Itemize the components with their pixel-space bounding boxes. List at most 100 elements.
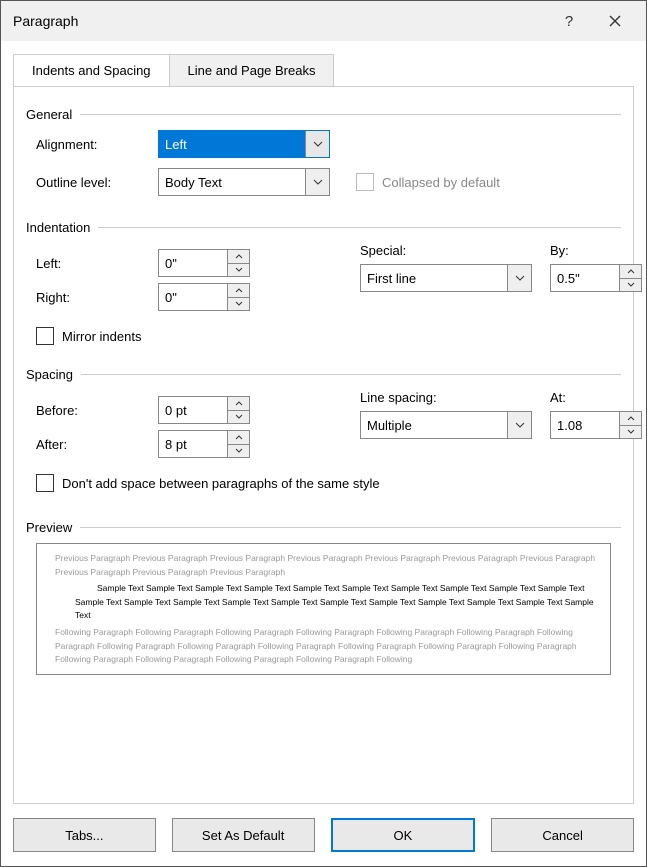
row-spacing-after: After: 8 pt: [36, 430, 306, 458]
set-as-default-button[interactable]: Set As Default: [172, 818, 315, 852]
spacing-before-value: 0 pt: [159, 397, 227, 423]
tab-indents-spacing[interactable]: Indents and Spacing: [13, 54, 170, 87]
section-title: Spacing: [26, 367, 73, 382]
button-label: Set As Default: [202, 828, 284, 843]
no-same-style-space-label: Don't add space between paragraphs of th…: [62, 476, 380, 491]
indent-left-label: Left:: [36, 256, 158, 271]
spinner-arrows: [227, 250, 249, 276]
preview-following: Following Paragraph Following Paragraph …: [49, 626, 598, 667]
close-icon: [609, 15, 621, 27]
preview-previous: Previous Paragraph Previous Paragraph Pr…: [49, 552, 598, 579]
chevron-down-icon: [313, 179, 323, 185]
chevron-down-icon: [627, 282, 635, 287]
section-title: Indentation: [26, 220, 90, 235]
spinner-arrows: [619, 265, 641, 291]
indent-left-spinner[interactable]: 0": [158, 249, 250, 277]
spinner-down[interactable]: [228, 444, 249, 458]
tab-label: Indents and Spacing: [32, 63, 151, 78]
line-spacing-combo[interactable]: Multiple: [360, 411, 532, 439]
row-spacing-before: Before: 0 pt: [36, 396, 306, 424]
ok-button[interactable]: OK: [331, 818, 476, 852]
spacing-after-value: 8 pt: [159, 431, 227, 457]
outline-level-combo[interactable]: Body Text: [158, 168, 330, 196]
divider: [80, 527, 621, 528]
line-spacing-value: Multiple: [361, 412, 507, 438]
spinner-up[interactable]: [228, 397, 249, 410]
alignment-combo[interactable]: Left: [158, 130, 330, 158]
spinner-down[interactable]: [620, 425, 641, 439]
tab-content: General Alignment: Left Outline level: B…: [13, 86, 634, 804]
chevron-down-icon: [313, 141, 323, 147]
tab-line-page-breaks[interactable]: Line and Page Breaks: [170, 54, 335, 87]
by-value: 0.5": [551, 265, 619, 291]
spinner-up[interactable]: [228, 284, 249, 297]
section-preview: Preview: [26, 520, 621, 535]
chevron-down-icon: [235, 414, 243, 419]
dropdown-button[interactable]: [507, 265, 531, 291]
collapsed-default-label: Collapsed by default: [382, 175, 500, 190]
spacing-after-spinner[interactable]: 8 pt: [158, 430, 250, 458]
spinner-down[interactable]: [228, 410, 249, 424]
spinner-up[interactable]: [620, 412, 641, 425]
button-label: OK: [393, 828, 412, 843]
row-alignment: Alignment: Left: [36, 130, 621, 158]
row-indent-left: Left: 0": [36, 249, 306, 277]
at-spinner[interactable]: 1.08: [550, 411, 642, 439]
row-mirror-indents: Mirror indents: [36, 327, 621, 345]
indent-right-spinner[interactable]: 0": [158, 283, 250, 311]
chevron-down-icon: [235, 301, 243, 306]
collapsed-default-checkbox: Collapsed by default: [356, 173, 500, 191]
spinner-up[interactable]: [228, 250, 249, 263]
special-value: First line: [361, 265, 507, 291]
tabs-button[interactable]: Tabs...: [13, 818, 156, 852]
outline-level-label: Outline level:: [36, 175, 158, 190]
spinner-down[interactable]: [228, 297, 249, 311]
section-spacing: Spacing: [26, 367, 621, 382]
spinner-arrows: [227, 397, 249, 423]
section-title: General: [26, 107, 72, 122]
close-button[interactable]: [592, 1, 638, 41]
chevron-down-icon: [235, 267, 243, 272]
spacing-before-spinner[interactable]: 0 pt: [158, 396, 250, 424]
spacing-after-label: After:: [36, 437, 158, 452]
spinner-arrows: [227, 431, 249, 457]
chevron-down-icon: [515, 422, 525, 428]
divider: [81, 374, 621, 375]
dropdown-button[interactable]: [305, 169, 329, 195]
divider: [98, 227, 621, 228]
mirror-indents-checkbox[interactable]: Mirror indents: [36, 327, 141, 345]
tab-label: Line and Page Breaks: [188, 63, 316, 78]
chevron-down-icon: [515, 275, 525, 281]
by-spinner[interactable]: 0.5": [550, 264, 642, 292]
mirror-indents-label: Mirror indents: [62, 329, 141, 344]
dropdown-button[interactable]: [305, 131, 329, 157]
spinner-arrows: [619, 412, 641, 438]
indent-right-value: 0": [159, 284, 227, 310]
spinner-up[interactable]: [228, 431, 249, 444]
checkbox-box: [356, 173, 374, 191]
spinner-down[interactable]: [620, 278, 641, 292]
preview-sample: Sample Text Sample Text Sample Text Samp…: [49, 582, 598, 623]
button-label: Tabs...: [65, 828, 103, 843]
spinner-arrows: [227, 284, 249, 310]
row-outline-level: Outline level: Body Text Collapsed by de…: [36, 168, 621, 196]
special-combo[interactable]: First line: [360, 264, 532, 292]
spinner-up[interactable]: [620, 265, 641, 278]
spinner-down[interactable]: [228, 263, 249, 277]
cancel-button[interactable]: Cancel: [491, 818, 634, 852]
help-button[interactable]: ?: [546, 1, 592, 41]
checkbox-box: [36, 327, 54, 345]
paragraph-dialog: Paragraph ? Indents and Spacing Line and…: [0, 0, 647, 867]
chevron-up-icon: [235, 401, 243, 406]
preview-box: Previous Paragraph Previous Paragraph Pr…: [36, 543, 611, 675]
section-title: Preview: [26, 520, 72, 535]
button-label: Cancel: [542, 828, 582, 843]
at-value: 1.08: [551, 412, 619, 438]
chevron-down-icon: [627, 429, 635, 434]
no-same-style-space-checkbox[interactable]: Don't add space between paragraphs of th…: [36, 474, 380, 492]
indent-right-label: Right:: [36, 290, 158, 305]
dialog-title: Paragraph: [13, 13, 546, 29]
alignment-value: Left: [159, 131, 305, 157]
dropdown-button[interactable]: [507, 412, 531, 438]
outline-level-value: Body Text: [159, 169, 305, 195]
